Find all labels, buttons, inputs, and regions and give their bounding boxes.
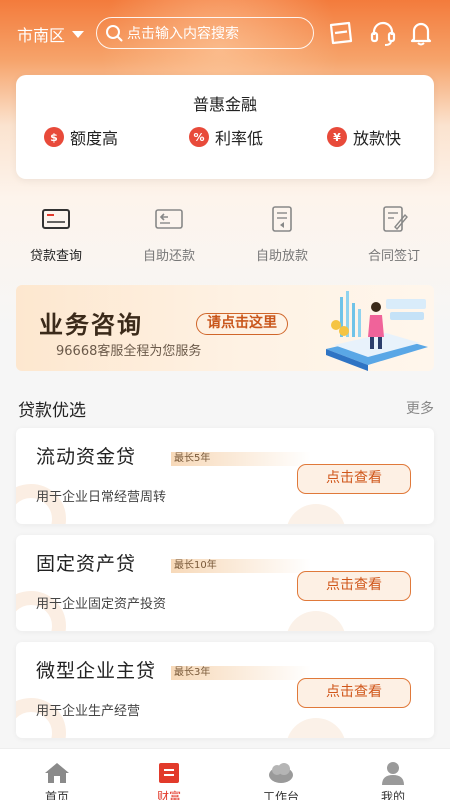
money-bag-icon: $ <box>44 127 64 147</box>
search-input[interactable]: 点击输入内容搜索 <box>96 17 314 49</box>
card-return-icon <box>155 209 183 229</box>
feature-low-rate: % 利率低 <box>189 125 263 149</box>
scan-icon[interactable] <box>326 18 356 48</box>
tab-mine[interactable]: 我的 <box>358 761 428 800</box>
action-self-release[interactable]: 自助放款 <box>232 205 332 264</box>
tab-wealth[interactable]: 财富 <box>134 761 204 800</box>
tab-label: 我的 <box>380 790 405 800</box>
action-contract-sign[interactable]: 合同签订 <box>344 205 444 264</box>
user-icon <box>382 762 404 785</box>
contract-sign-icon <box>383 206 408 232</box>
feature-high-limit: $ 额度高 <box>44 125 118 149</box>
banner-title: 业务咨询 <box>39 311 143 339</box>
banner-cta[interactable]: 请点击这里 <box>196 313 288 335</box>
card-search-icon <box>42 209 70 229</box>
home-icon <box>45 763 69 783</box>
consult-banner[interactable]: 业务咨询 请点击这里 96668客服全程为您服务 <box>16 285 434 371</box>
tab-home[interactable]: 首页 <box>22 761 92 800</box>
action-label: 自助还款 <box>142 249 195 264</box>
city-label: 市南区 <box>17 26 66 45</box>
action-self-repay[interactable]: 自助还款 <box>119 205 219 264</box>
doc-release-icon <box>272 206 292 232</box>
action-loan-query[interactable]: 贷款查询 <box>6 205 106 264</box>
loan-card[interactable]: 微型企业主贷 最长3年 用于企业生产经营 点击查看 <box>16 642 434 738</box>
finance-card: 普惠金融 $ 额度高 % 利率低 ¥ 放款快 <box>16 75 434 179</box>
view-button[interactable]: 点击查看 <box>297 571 411 601</box>
tab-label: 财富 <box>156 790 181 800</box>
bottom-tab-bar: 首页 财富 工作台 我的 <box>0 748 450 800</box>
feature-label: 放款快 <box>353 129 402 148</box>
city-selector[interactable]: 市南区 <box>17 22 85 46</box>
card-decoration <box>286 611 346 631</box>
action-label: 合同签订 <box>367 249 420 264</box>
hand-coin-icon: ¥ <box>327 127 347 147</box>
tab-workbench[interactable]: 工作台 <box>246 761 316 800</box>
tab-label: 工作台 <box>262 790 299 800</box>
loan-term-tag: 最长10年 <box>171 559 311 573</box>
consult-illustration <box>326 291 428 371</box>
feature-fast-release: ¥ 放款快 <box>327 125 401 149</box>
percent-icon: % <box>189 127 209 147</box>
feature-label: 利率低 <box>215 129 264 148</box>
loan-term-tag: 最长5年 <box>171 452 311 466</box>
section-title: 贷款优选 <box>18 401 86 421</box>
action-label: 自助放款 <box>255 249 308 264</box>
more-link[interactable]: 更多 <box>406 398 434 418</box>
view-button[interactable]: 点击查看 <box>297 464 411 494</box>
view-button[interactable]: 点击查看 <box>297 678 411 708</box>
loan-desc: 用于企业固定资产投资 <box>36 597 167 612</box>
wealth-icon <box>159 763 179 783</box>
bell-icon[interactable] <box>406 18 436 48</box>
chevron-down-icon <box>72 30 85 38</box>
loan-name: 固定资产贷 <box>36 553 137 575</box>
top-header: 市南区 点击输入内容搜索 <box>0 14 450 54</box>
loan-card[interactable]: 固定资产贷 最长10年 用于企业固定资产投资 点击查看 <box>16 535 434 631</box>
headset-icon[interactable] <box>368 18 398 48</box>
card-decoration <box>286 504 346 524</box>
tab-label: 首页 <box>44 790 69 800</box>
action-label: 贷款查询 <box>29 249 82 264</box>
loan-name: 流动资金贷 <box>36 446 137 468</box>
loan-desc: 用于企业生产经营 <box>36 704 141 719</box>
loan-desc: 用于企业日常经营周转 <box>36 490 167 505</box>
card-decoration <box>286 718 346 738</box>
loan-name: 微型企业主贷 <box>36 660 157 682</box>
finance-title: 普惠金融 <box>192 95 257 114</box>
banner-subtitle: 96668客服全程为您服务 <box>56 344 202 359</box>
loan-card[interactable]: 流动资金贷 最长5年 用于企业日常经营周转 点击查看 <box>16 428 434 524</box>
search-placeholder: 点击输入内容搜索 <box>127 26 239 42</box>
search-icon <box>106 25 123 42</box>
loan-term-tag: 最长3年 <box>171 666 311 680</box>
workbench-icon <box>269 763 293 783</box>
feature-label: 额度高 <box>70 129 119 148</box>
